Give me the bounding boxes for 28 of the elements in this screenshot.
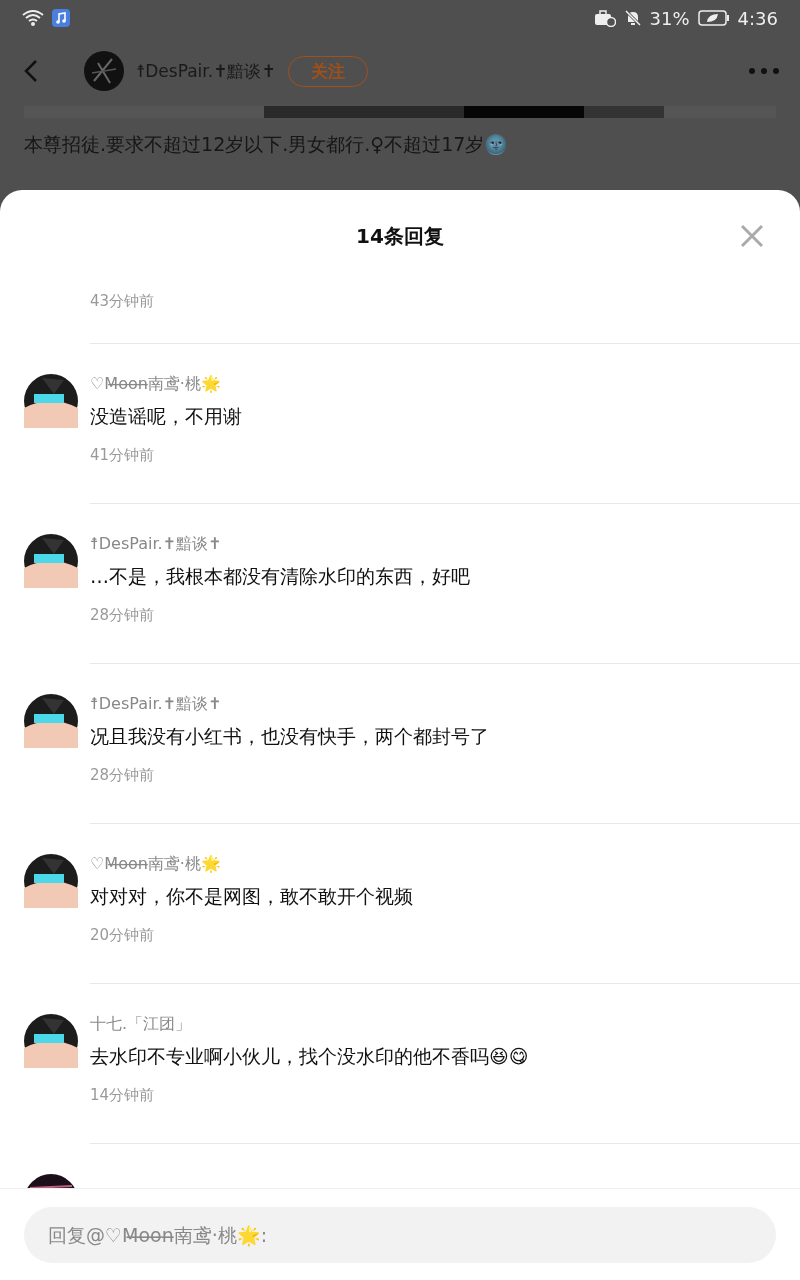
more-icon[interactable] (748, 67, 780, 75)
clock: 4:36 (737, 7, 778, 29)
bell-off-icon (623, 9, 642, 27)
reply-input-field[interactable]: 回复@♡M̶o̶o̶n̶南鸢·桃🌟: (24, 1207, 776, 1263)
comment-text: …不是，我根本都没有清除水印的东西，好吧 (90, 564, 471, 589)
comment-time: 28分钟前 (90, 766, 156, 785)
post-text: 本尊招徒.要求不超过12岁以下.男女都行.♀不超过17岁🌚 (23, 132, 510, 157)
commenter-name[interactable]: 十七.「江团」 (90, 1014, 800, 1044)
commenter-name[interactable]: ♡M̶o̶o̶n̶南鸢·桃🌟 (90, 374, 800, 404)
comment-time: 28分钟前 (90, 606, 156, 625)
commenter-name[interactable]: ♡M̶o̶o̶n̶南鸢·桃🌟 (90, 854, 800, 884)
close-icon[interactable] (740, 224, 764, 248)
comment-time: 20分钟前 (90, 926, 156, 945)
comment-text: 况且我没有小红书，也没有快手，两个都封号了 (90, 724, 490, 749)
commenter-name[interactable]: ☨DesPair.✝黯谈✝ (90, 694, 800, 724)
sheet-title: 14条回复 (356, 222, 444, 250)
wifi-icon (22, 9, 44, 27)
comment-time: 41分钟前 (90, 446, 156, 465)
comment-text: 对对对，你不是网图，敢不敢开个视频 (90, 884, 414, 909)
briefcase-icon (593, 9, 616, 27)
comment-text: 去水印不专业啊小伙儿，找个没水印的他不香吗😆😋 (90, 1044, 530, 1069)
comment-time: 43分钟前 (90, 292, 156, 311)
battery-icon (697, 9, 730, 27)
comment-time: 14分钟前 (90, 1086, 156, 1105)
comment-text: 没造谣呢，不用谢 (90, 404, 243, 429)
commenter-name[interactable]: ☨DesPair.✝黯谈✝ (90, 534, 800, 564)
battery-percent: 31% (649, 7, 690, 29)
music-app-icon (52, 9, 70, 27)
